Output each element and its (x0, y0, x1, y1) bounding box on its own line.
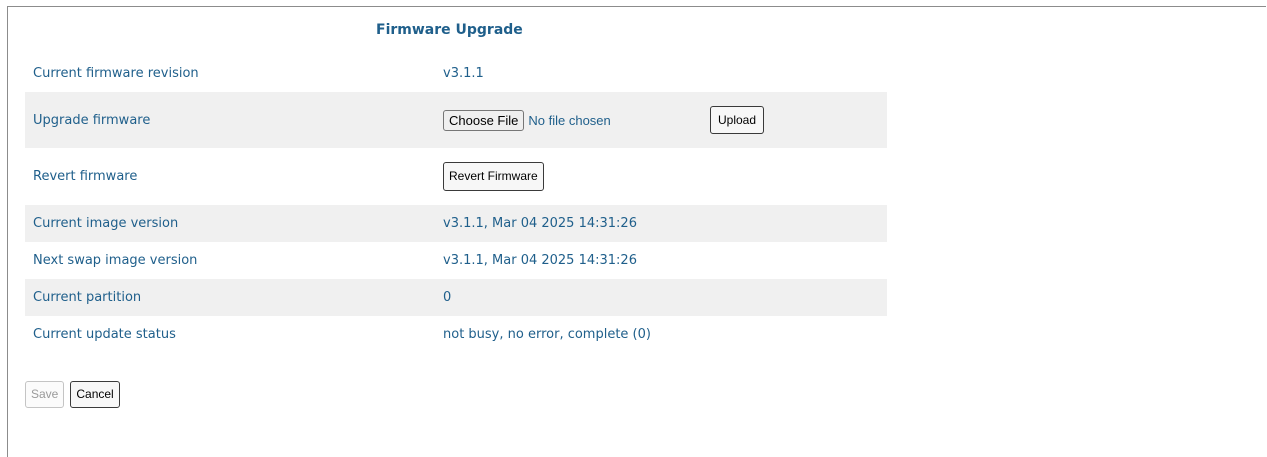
page-title: Firmware Upgrade (376, 22, 523, 38)
choose-file-button[interactable]: Choose File (443, 109, 525, 131)
current-image-version-value: v3.1.1, Mar 04 2025 14:31:26 (443, 216, 637, 231)
row-current-partition: Current partition 0 (25, 279, 887, 316)
upgrade-firmware-label: Upgrade firmware (33, 112, 151, 128)
row-current-firmware-revision: Current firmware revision v3.1.1 (25, 54, 887, 92)
next-swap-image-version-value: v3.1.1, Mar 04 2025 14:31:26 (443, 253, 637, 268)
revert-firmware-controls: Revert Firmware (443, 148, 887, 205)
upgrade-firmware-controls: Choose File No file chosen Upload (443, 92, 887, 148)
row-revert-firmware: Revert firmware Revert Firmware (25, 148, 887, 205)
row-current-update-status: Current update status not busy, no error… (25, 316, 887, 353)
current-image-version-label: Current image version (33, 216, 179, 231)
row-current-image-version: Current image version v3.1.1, Mar 04 202… (25, 205, 887, 242)
save-button[interactable]: Save (25, 381, 65, 408)
row-next-swap-image-version: Next swap image version v3.1.1, Mar 04 2… (25, 242, 887, 279)
current-firmware-revision-label: Current firmware revision (33, 65, 199, 81)
revert-firmware-button[interactable]: Revert Firmware (443, 162, 544, 191)
row-upgrade-firmware: Upgrade firmware Choose File No file cho… (25, 92, 887, 148)
current-partition-label: Current partition (33, 290, 142, 305)
upload-button[interactable]: Upload (710, 106, 765, 134)
cancel-button[interactable]: Cancel (70, 381, 120, 408)
current-update-status-value: not busy, no error, complete (0) (443, 327, 651, 342)
next-swap-image-version-label: Next swap image version (33, 253, 198, 268)
current-firmware-revision-value: v3.1.1 (443, 65, 484, 81)
file-status-text: No file chosen (528, 112, 611, 128)
current-update-status-label: Current update status (33, 327, 176, 342)
current-partition-value: 0 (443, 290, 452, 305)
revert-firmware-label: Revert firmware (33, 169, 138, 184)
firmware-settings-table: Current firmware revision v3.1.1 Upgrade… (25, 54, 887, 353)
form-actions: Save Cancel (25, 381, 120, 408)
